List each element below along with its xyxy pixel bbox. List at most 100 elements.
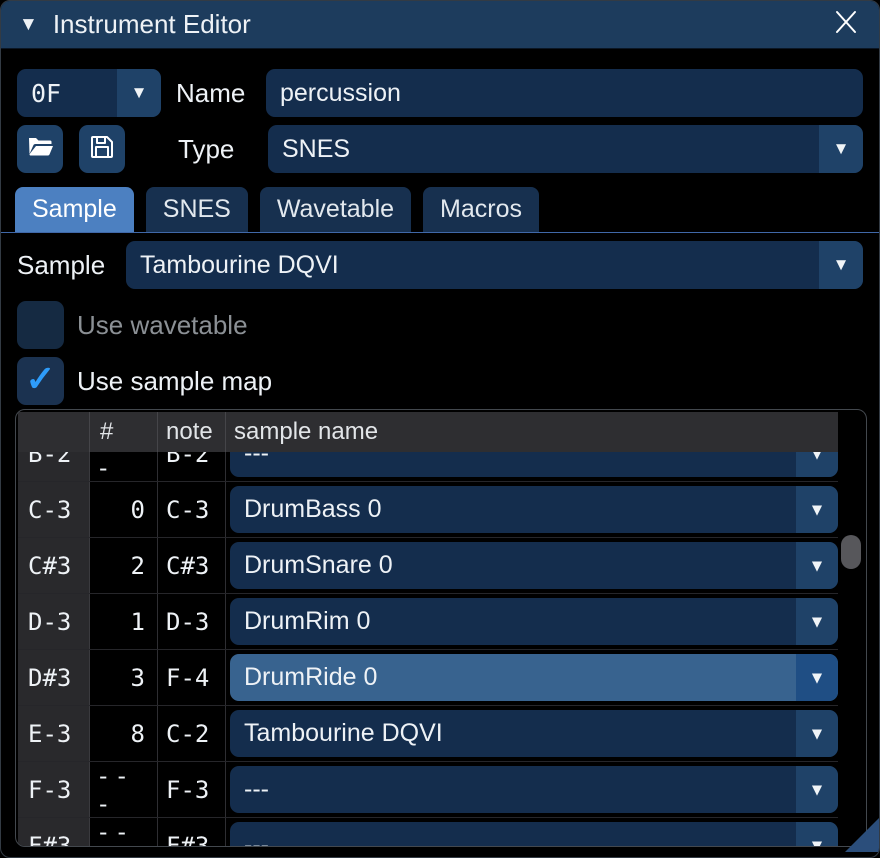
sample-name-cell: DrumRide 0 ▼	[226, 650, 840, 705]
sample-combo[interactable]: Tambourine DQVI ▼	[126, 241, 863, 289]
sample-name-value: DrumRide 0	[230, 654, 796, 701]
tab[interactable]: Sample	[15, 187, 134, 232]
sample-name-value: DrumBass 0	[230, 486, 796, 533]
use-wavetable-row: Use wavetable	[17, 301, 248, 349]
note-cell[interactable]: F-3	[158, 762, 226, 817]
type-row: Type SNES ▼	[17, 125, 863, 173]
chevron-down-icon: ▼	[796, 766, 838, 813]
sample-map-row: C#3 2 C#3 DrumSnare 0 ▼	[18, 538, 840, 594]
sample-name-cell: DrumBass 0 ▼	[226, 482, 840, 537]
column-header-note[interactable]: note	[158, 412, 226, 452]
sample-name-value: DrumRim 0	[230, 598, 796, 645]
floppy-disk-icon	[89, 134, 115, 165]
sample-map-rows: B-2 --- B-2 --- ▼ C-3 0 C-3	[18, 412, 840, 847]
table-scrollbar[interactable]	[838, 412, 864, 844]
sample-name-cell: DrumSnare 0 ▼	[226, 538, 840, 593]
column-header-sample-name[interactable]: sample name	[226, 412, 840, 452]
sample-map-row: D-3 1 D-3 DrumRim 0 ▼	[18, 594, 840, 650]
sample-name-cell: --- ▼	[226, 762, 840, 817]
window-title: Instrument Editor	[53, 9, 251, 40]
resize-grip-icon[interactable]	[845, 818, 879, 857]
sample-number-cell[interactable]: 1	[90, 594, 158, 649]
note-cell[interactable]: F#3	[158, 818, 226, 847]
close-button[interactable]	[831, 10, 861, 40]
use-wavetable-checkbox[interactable]	[17, 301, 64, 349]
sample-map-row: C-3 0 C-3 DrumBass 0 ▼	[18, 482, 840, 538]
tab-label: Macros	[440, 195, 522, 224]
chevron-down-icon: ▼	[796, 654, 838, 701]
row-note-label: E-3	[18, 706, 90, 761]
name-label: Name	[176, 78, 266, 109]
use-sample-map-label: Use sample map	[77, 366, 272, 397]
row-note-label: C#3	[18, 538, 90, 593]
sample-name-combo[interactable]: DrumBass 0 ▼	[230, 486, 838, 533]
sample-number-cell[interactable]: ---	[90, 762, 158, 817]
note-cell[interactable]: C-3	[158, 482, 226, 537]
sample-name-combo[interactable]: Tambourine DQVI ▼	[230, 710, 838, 757]
type-label: Type	[178, 134, 268, 165]
sample-name-combo[interactable]: --- ▼	[230, 822, 838, 847]
sample-name-combo[interactable]: DrumRim 0 ▼	[230, 598, 838, 645]
sample-name-cell: Tambourine DQVI ▼	[226, 706, 840, 761]
row-note-label: C-3	[18, 482, 90, 537]
name-value: percussion	[280, 79, 401, 108]
sample-number-cell[interactable]: 3	[90, 650, 158, 705]
save-instrument-button[interactable]	[79, 125, 125, 173]
sample-name-combo[interactable]: DrumSnare 0 ▼	[230, 542, 838, 589]
sample-number-cell[interactable]: 0	[90, 482, 158, 537]
type-value: SNES	[268, 125, 819, 173]
tab[interactable]: SNES	[146, 187, 248, 232]
open-instrument-button[interactable]	[17, 125, 63, 173]
sample-map-table: B-2 --- B-2 --- ▼ C-3 0 C-3	[15, 409, 867, 847]
tab[interactable]: Macros	[423, 187, 539, 232]
sample-number-cell[interactable]: ---	[90, 818, 158, 847]
sample-name-cell: --- ▼	[226, 818, 840, 847]
tab[interactable]: Wavetable	[260, 187, 411, 232]
sample-map-row: F#3 --- F#3 --- ▼	[18, 818, 840, 847]
instrument-number-combo[interactable]: 0F ▼	[17, 69, 161, 117]
note-cell[interactable]: C-2	[158, 706, 226, 761]
titlebar[interactable]: ▼ Instrument Editor	[1, 1, 879, 49]
folder-open-icon	[26, 134, 54, 165]
sample-name-combo[interactable]: --- ▼	[230, 766, 838, 813]
sample-label: Sample	[17, 250, 126, 281]
name-input[interactable]: percussion	[266, 69, 863, 117]
instrument-editor-window: ▼ Instrument Editor 0F ▼ Name percussion	[0, 0, 880, 858]
chevron-down-icon: ▼	[819, 125, 863, 173]
row-note-label: D-3	[18, 594, 90, 649]
sample-name-value: Tambourine DQVI	[230, 710, 796, 757]
name-row: 0F ▼ Name percussion	[17, 69, 863, 117]
note-cell[interactable]: C#3	[158, 538, 226, 593]
sample-name-value: DrumSnare 0	[230, 542, 796, 589]
sample-number-cell[interactable]: 2	[90, 538, 158, 593]
sample-number-cell[interactable]: 8	[90, 706, 158, 761]
check-icon: ✓	[25, 361, 55, 397]
sample-selector-row: Sample Tambourine DQVI ▼	[17, 241, 863, 289]
chevron-down-icon: ▼	[819, 241, 863, 289]
tab-label: Wavetable	[277, 195, 394, 224]
note-cell[interactable]: F-4	[158, 650, 226, 705]
sample-map-row: E-3 8 C-2 Tambourine DQVI ▼	[18, 706, 840, 762]
sample-name-value: ---	[230, 766, 796, 813]
collapse-icon[interactable]: ▼	[19, 15, 38, 34]
chevron-down-icon: ▼	[796, 822, 838, 847]
scrollbar-thumb[interactable]	[841, 535, 861, 569]
row-note-label: F-3	[18, 762, 90, 817]
use-sample-map-checkbox[interactable]: ✓	[17, 357, 64, 405]
type-combo[interactable]: SNES ▼	[268, 125, 863, 173]
sample-name-combo[interactable]: DrumRide 0 ▼	[230, 654, 838, 701]
tab-underline	[1, 232, 879, 233]
column-header-number[interactable]: #	[90, 412, 158, 452]
sample-map-row: D#3 3 F-4 DrumRide 0 ▼	[18, 650, 840, 706]
chevron-down-icon: ▼	[796, 710, 838, 757]
table-header: # note sample name	[18, 412, 840, 452]
sample-value: Tambourine DQVI	[126, 241, 819, 289]
chevron-down-icon: ▼	[796, 598, 838, 645]
row-note-label: D#3	[18, 650, 90, 705]
sample-name-cell: DrumRim 0 ▼	[226, 594, 840, 649]
note-cell[interactable]: D-3	[158, 594, 226, 649]
use-wavetable-label: Use wavetable	[77, 310, 248, 341]
instrument-number-value: 0F	[17, 69, 117, 117]
sample-map-row: F-3 --- F-3 --- ▼	[18, 762, 840, 818]
tab-label: SNES	[163, 195, 231, 224]
